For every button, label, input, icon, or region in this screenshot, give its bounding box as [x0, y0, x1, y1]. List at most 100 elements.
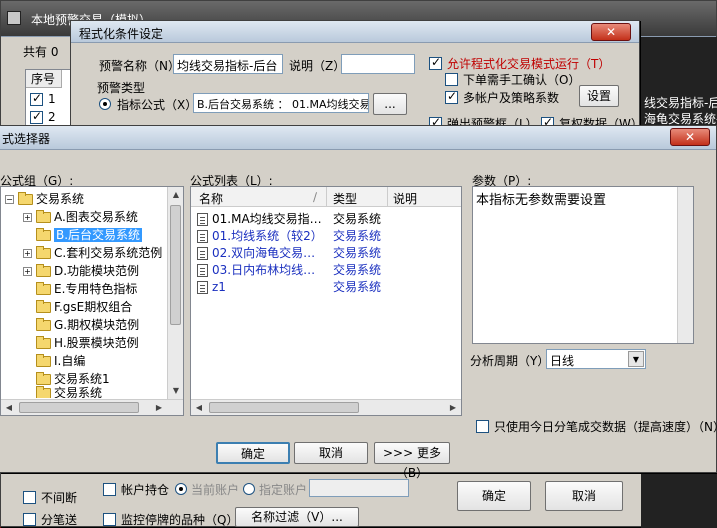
- only-today-label: 只使用今日分笔成交数据（提高速度）（N）: [494, 420, 717, 434]
- more-button[interactable]: >>> 更多（B）: [374, 442, 450, 480]
- formula-type: 交易系统: [333, 280, 382, 294]
- folder-icon: [18, 192, 33, 205]
- col-header-seq[interactable]: 序号: [26, 70, 62, 88]
- description-input[interactable]: [341, 54, 415, 74]
- col-header-desc[interactable]: 说明: [393, 190, 417, 207]
- split-send-label: 分笔送: [41, 513, 78, 527]
- tree-hscrollbar[interactable]: ◀ ▶: [1, 399, 183, 415]
- account-holding-label: 帐户持仓: [121, 483, 170, 497]
- list-item[interactable]: 02.双向海龟交易… 交易系统: [191, 245, 461, 262]
- tree-item-label: C.套利交易系统范例: [54, 246, 163, 260]
- manual-confirm-checkbox[interactable]: [445, 73, 458, 86]
- expand-icon[interactable]: +: [23, 267, 32, 276]
- selector-title: 式选择器: [2, 132, 51, 146]
- col-header-seq-label: 序号: [31, 72, 56, 86]
- tree-item-label: 交易系统: [54, 386, 103, 398]
- condition-close-icon[interactable]: ✕: [591, 23, 631, 41]
- period-value: 日线: [550, 354, 575, 368]
- tree-item-label: 交易系统: [36, 192, 85, 206]
- bg-ok-button[interactable]: 确定: [457, 481, 531, 511]
- chevron-down-icon[interactable]: ▼: [628, 351, 644, 367]
- folder-icon: [36, 264, 51, 277]
- folder-icon: [36, 386, 51, 398]
- list-item[interactable]: z1 交易系统: [191, 279, 461, 296]
- table-row[interactable]: 2: [26, 109, 70, 126]
- sort-icon: ∕: [313, 190, 318, 204]
- formula-selector-window: 式选择器 ✕ 公式组（G）: −交易系统 +A.图表交易系统 +B.后台交易系统…: [0, 125, 717, 480]
- period-select[interactable]: 日线 ▼: [546, 349, 646, 369]
- name-filter-button[interactable]: 名称过滤（V）...: [235, 507, 359, 527]
- col-divider: [387, 187, 388, 207]
- expand-icon[interactable]: +: [23, 249, 32, 258]
- split-send-checkbox[interactable]: [23, 513, 36, 526]
- list-item[interactable]: 01.MA均线交易指… 交易系统: [191, 211, 461, 228]
- list-item[interactable]: 01.均线系统（较2） 交易系统: [191, 228, 461, 245]
- scroll-up-icon[interactable]: ▲: [168, 187, 184, 203]
- alert-table: 序号 1 2: [25, 69, 71, 129]
- list-header: 名称 ∕ 类型 说明: [191, 187, 461, 207]
- param-vscrollbar[interactable]: [677, 187, 693, 343]
- browse-formula-button[interactable]: ...: [373, 93, 407, 115]
- row-checkbox[interactable]: [30, 91, 43, 106]
- table-row[interactable]: 1: [26, 91, 70, 108]
- tree-vscrollbar[interactable]: ▲ ▼: [167, 187, 183, 399]
- tree-item[interactable]: E.专用特色指标: [36, 280, 137, 298]
- folder-icon: [36, 210, 51, 223]
- count-label: 共有 0: [23, 45, 59, 59]
- tree-item[interactable]: + D.功能模块范例: [23, 262, 139, 280]
- bg-cancel-button[interactable]: 取消: [545, 481, 623, 511]
- monitor-suspended-checkbox[interactable]: [103, 513, 116, 526]
- tree-hscroll-thumb[interactable]: [19, 402, 139, 413]
- account-holding-checkbox[interactable]: [103, 483, 116, 496]
- tree-item-label: 交易系统1: [54, 372, 110, 386]
- specified-account-radio[interactable]: [243, 483, 255, 495]
- formula-type: 交易系统: [333, 212, 382, 226]
- indicator-formula-input[interactable]: B.后台交易系统 ： 01.MA均线交易: [193, 93, 369, 113]
- tree-item[interactable]: G.期权模块范例: [36, 316, 139, 334]
- app-icon: [7, 11, 21, 25]
- scroll-right-icon[interactable]: ▶: [151, 400, 167, 416]
- list-hscrollbar[interactable]: ◀ ▶: [191, 399, 461, 415]
- tree-item[interactable]: + C.套利交易系统范例: [23, 244, 162, 262]
- setup-button[interactable]: 设置: [579, 85, 619, 107]
- allow-program-checkbox[interactable]: [429, 55, 442, 70]
- scroll-left-icon[interactable]: ◀: [191, 400, 207, 416]
- alert-name-input[interactable]: 均线交易指标-后台: [173, 54, 283, 74]
- allow-program-label: 允许程式化交易模式运行（T）: [447, 57, 611, 71]
- expand-icon[interactable]: +: [23, 213, 32, 222]
- formula-group-tree: − 交易系统 + A.图表交易系统 +B.后台交易系统 + C.套利交易系统范例 + D…: [0, 186, 184, 416]
- row-checkbox[interactable]: [30, 109, 43, 124]
- list-item[interactable]: 03.日内布林均线… 交易系统: [191, 262, 461, 279]
- col-header-type[interactable]: 类型: [333, 190, 357, 207]
- tree-item-label: A.图表交易系统: [54, 210, 138, 224]
- tree-item-selected[interactable]: +B.后台交易系统: [23, 226, 143, 244]
- account-select[interactable]: [309, 479, 409, 497]
- multi-account-checkbox[interactable]: [445, 89, 458, 104]
- condition-title: 程式化条件设定: [79, 27, 164, 41]
- formula-doc-icon: [197, 264, 208, 277]
- tree-item-root[interactable]: − 交易系统: [5, 190, 84, 208]
- tree-item[interactable]: + A.图表交易系统: [23, 208, 138, 226]
- selector-ok-button[interactable]: 确定: [216, 442, 290, 464]
- formula-name: 03.日内布林均线…: [212, 263, 316, 277]
- collapse-icon[interactable]: −: [5, 195, 14, 204]
- col-header-name[interactable]: 名称: [199, 190, 223, 207]
- list-hscroll-thumb[interactable]: [209, 402, 359, 413]
- tree-vscroll-thumb[interactable]: [170, 205, 181, 325]
- selector-cancel-button[interactable]: 取消: [294, 442, 368, 464]
- indicator-radio[interactable]: [99, 98, 111, 110]
- tree-item[interactable]: I.自编: [36, 352, 85, 370]
- tree-item[interactable]: F.gsE期权组合: [36, 298, 132, 316]
- folder-icon: [36, 336, 51, 349]
- tree-item[interactable]: 交易系统: [36, 386, 102, 398]
- no-interval-checkbox[interactable]: [23, 491, 36, 504]
- scroll-right-icon[interactable]: ▶: [445, 400, 461, 416]
- scroll-left-icon[interactable]: ◀: [1, 400, 17, 416]
- selector-close-icon[interactable]: ✕: [670, 128, 710, 146]
- scroll-down-icon[interactable]: ▼: [168, 383, 184, 399]
- current-account-radio[interactable]: [175, 483, 187, 495]
- tree-item-label: G.期权模块范例: [54, 318, 140, 332]
- only-today-checkbox[interactable]: [476, 420, 489, 433]
- multi-account-label: 多帐户及策略系数: [463, 91, 560, 105]
- tree-item[interactable]: H.股票模块范例: [36, 334, 139, 352]
